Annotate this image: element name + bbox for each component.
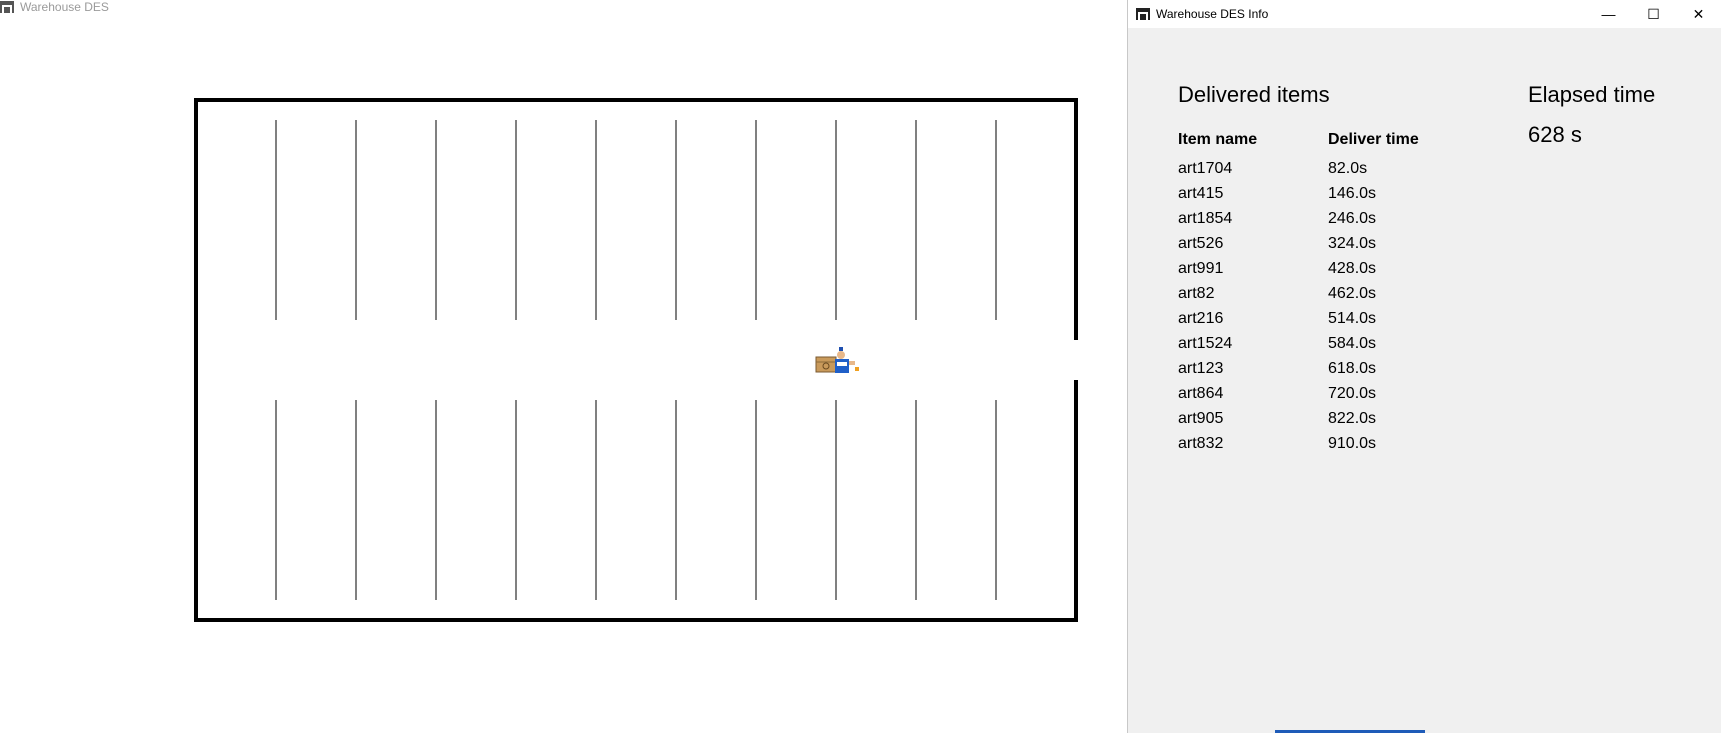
elapsed-time-heading: Elapsed time	[1528, 82, 1656, 107]
warehouse-icon	[0, 1, 14, 13]
close-button[interactable]: ✕	[1676, 0, 1721, 28]
item-name: art82	[1178, 285, 1215, 302]
item-deliver-time: 324.0s	[1328, 235, 1377, 252]
minimize-button[interactable]: —	[1586, 0, 1631, 28]
item-name: art526	[1178, 235, 1224, 252]
delivered-items-heading: Delivered items	[1178, 82, 1330, 107]
close-icon: ✕	[1692, 5, 1705, 22]
main-window-title: Warehouse DES	[20, 0, 109, 14]
info-window: Warehouse DES Info — ☐ ✕ Delivered items…	[1127, 0, 1721, 733]
column-header-item-name: Item name	[1178, 131, 1258, 148]
worker-with-box-icon	[815, 347, 859, 373]
item-deliver-time: 246.0s	[1328, 210, 1377, 227]
shelf-lines	[275, 120, 997, 600]
item-deliver-time: 462.0s	[1328, 285, 1377, 302]
item-name: art864	[1178, 385, 1224, 402]
main-window-titlebar: Warehouse DES	[0, 0, 109, 14]
item-name: art1704	[1178, 160, 1233, 177]
item-name: art905	[1178, 410, 1224, 427]
item-deliver-time: 514.0s	[1328, 310, 1377, 327]
item-name: art216	[1178, 310, 1224, 327]
maximize-icon: ☐	[1647, 5, 1660, 22]
item-deliver-time: 822.0s	[1328, 410, 1377, 427]
item-name: art1524	[1178, 335, 1233, 352]
item-name: art832	[1178, 435, 1224, 452]
item-deliver-time: 910.0s	[1328, 435, 1377, 452]
item-name: art991	[1178, 260, 1224, 277]
column-header-deliver-time: Deliver time	[1328, 131, 1419, 148]
item-deliver-time: 584.0s	[1328, 335, 1377, 352]
warehouse-floor-canvas	[194, 98, 1078, 622]
item-deliver-time: 428.0s	[1328, 260, 1377, 277]
window-controls: — ☐ ✕	[1586, 0, 1721, 28]
elapsed-time-value: 628 s	[1528, 122, 1582, 147]
item-name: art1854	[1178, 210, 1233, 227]
minimize-icon: —	[1601, 6, 1616, 22]
item-name: art415	[1178, 185, 1224, 202]
item-deliver-time: 618.0s	[1328, 360, 1377, 377]
maximize-button[interactable]: ☐	[1631, 0, 1676, 28]
item-deliver-time: 82.0s	[1328, 160, 1368, 177]
info-window-title: Warehouse DES Info	[1156, 7, 1269, 21]
warehouse-icon	[1136, 8, 1150, 20]
item-deliver-time: 720.0s	[1328, 385, 1377, 402]
item-deliver-time: 146.0s	[1328, 185, 1377, 202]
item-name: art123	[1178, 360, 1224, 377]
warehouse-walls	[194, 98, 1078, 622]
info-window-titlebar[interactable]: Warehouse DES Info — ☐ ✕	[1128, 0, 1721, 28]
